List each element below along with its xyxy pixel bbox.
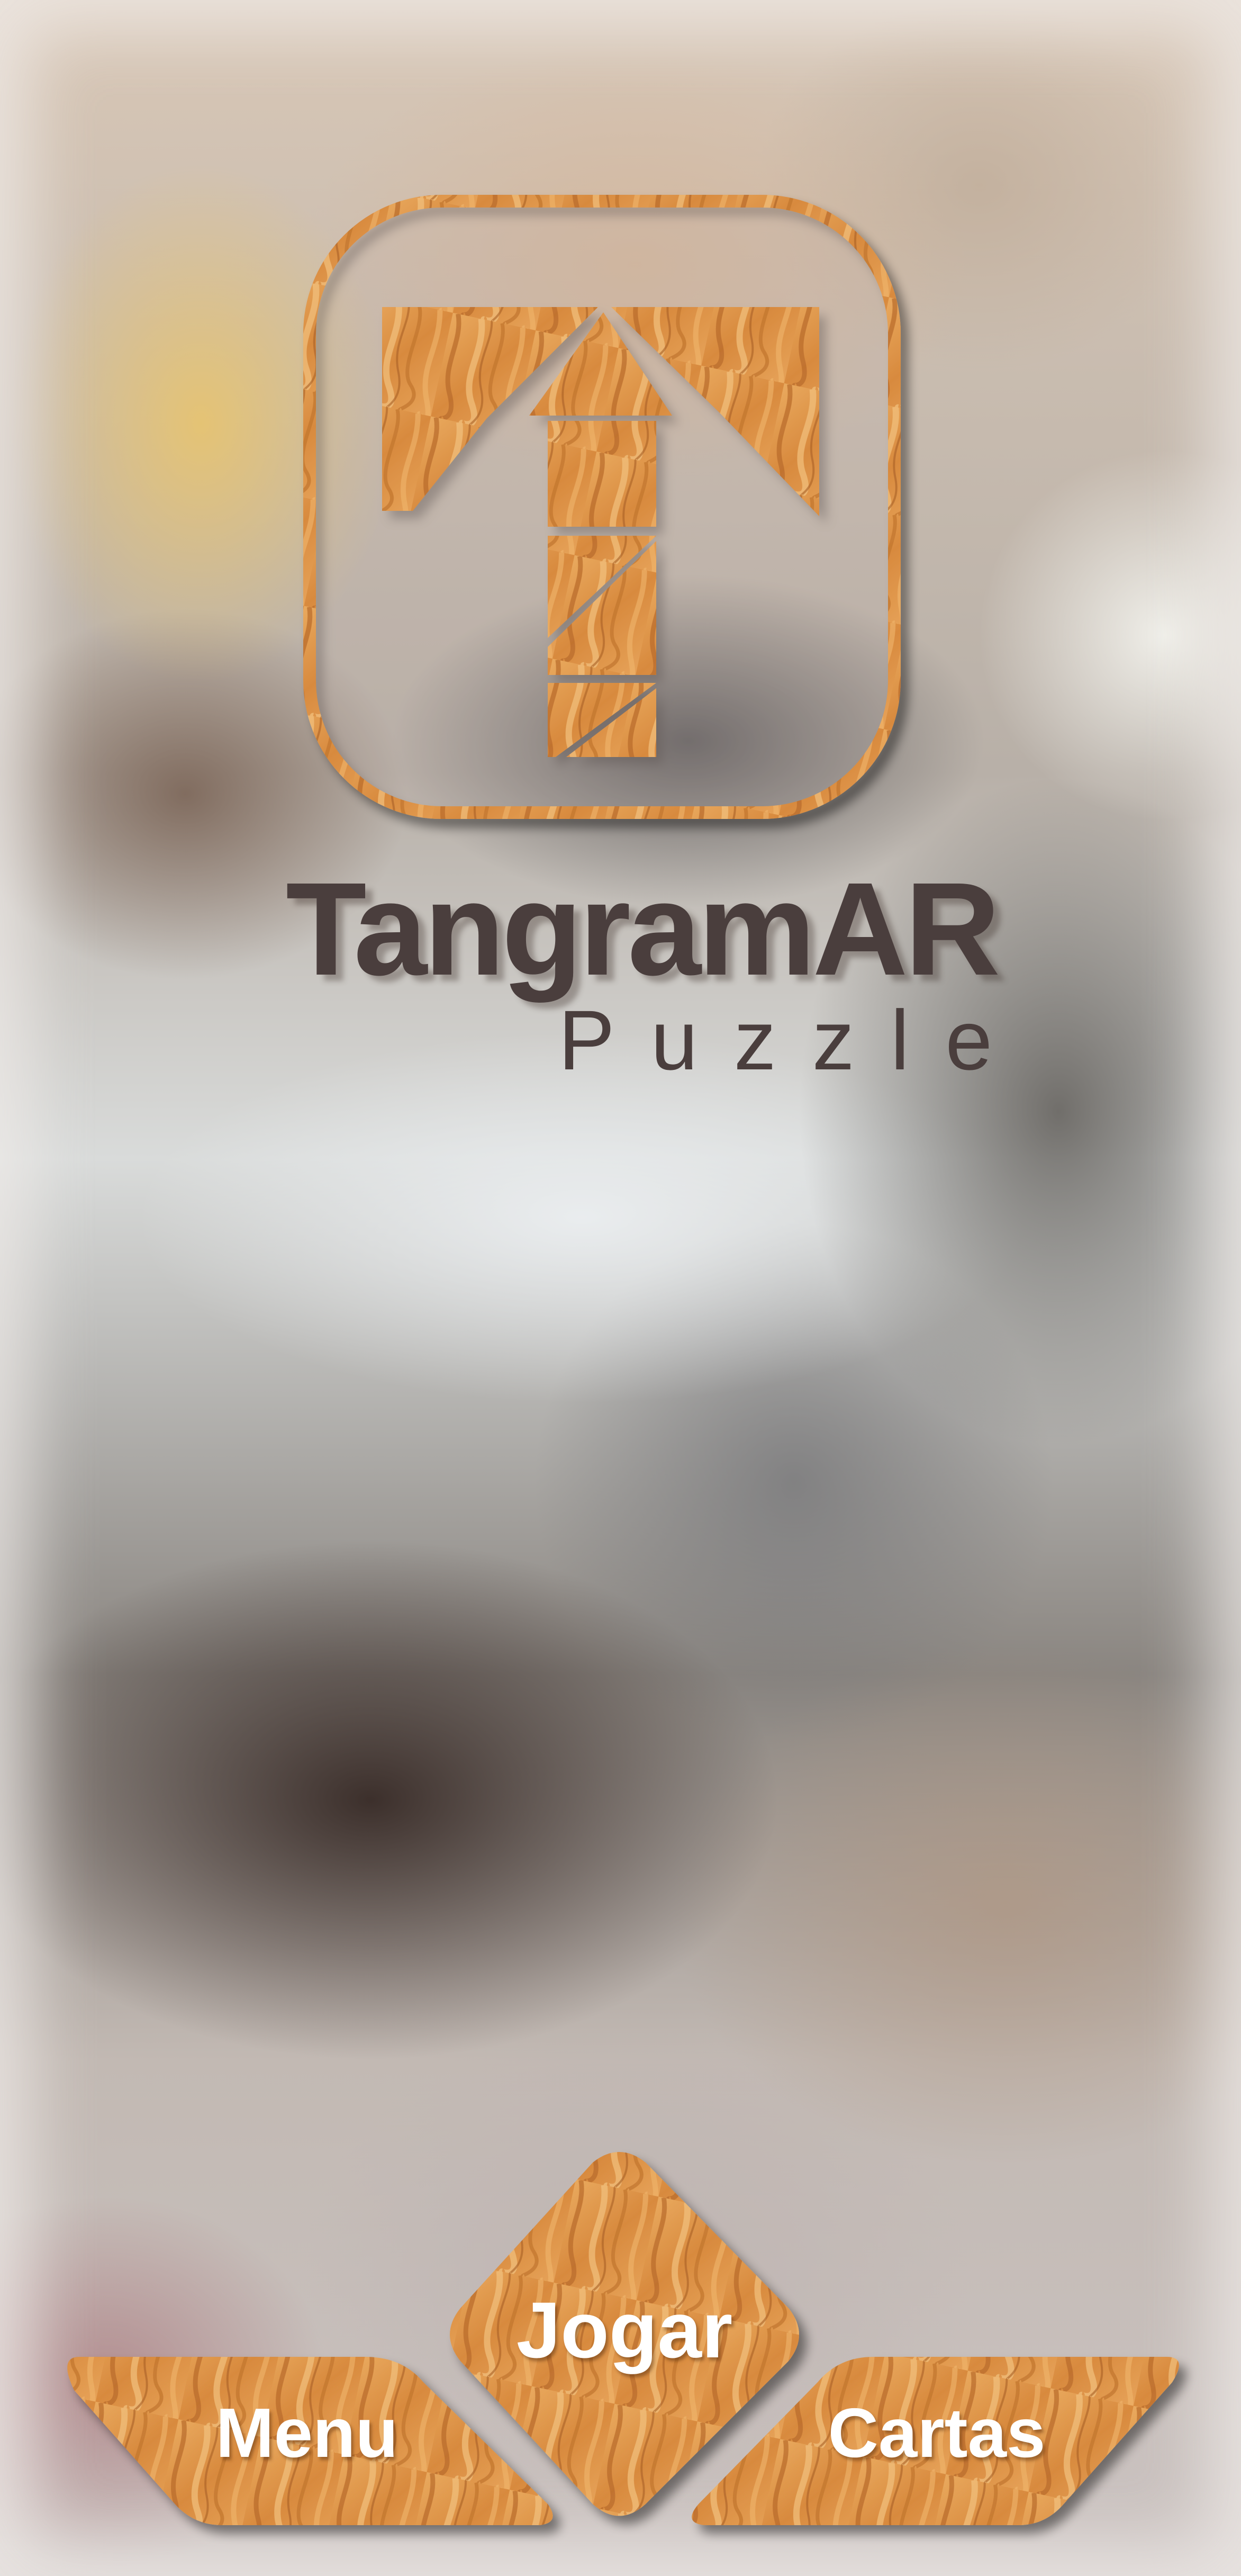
app-subtitle: Puzzle xyxy=(558,993,1029,1087)
app-title: TangramAR xyxy=(286,855,1000,1003)
logo-piece-square xyxy=(548,421,656,527)
tangram-t-logo-icon xyxy=(303,195,901,819)
